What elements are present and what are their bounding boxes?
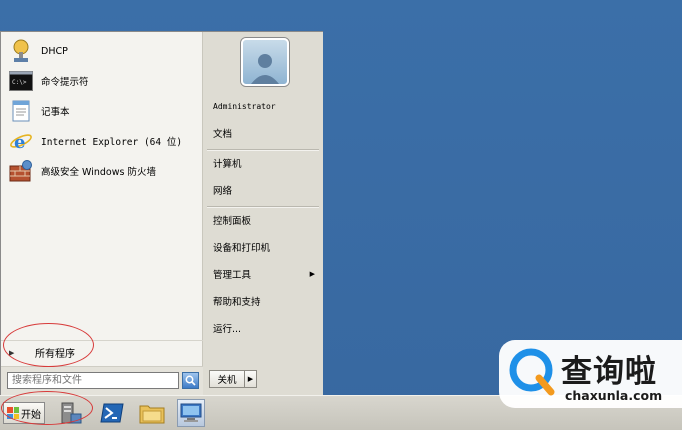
user-name-link[interactable]: Administrator: [203, 94, 323, 118]
all-programs-button[interactable]: ▶ 所有程序: [1, 340, 203, 364]
program-label: 命令提示符: [41, 77, 89, 88]
network-link[interactable]: 网络: [203, 178, 323, 202]
search-input[interactable]: [7, 372, 179, 389]
admin-tools-link[interactable]: 管理工具 ▶: [203, 262, 323, 286]
program-item-command-prompt[interactable]: C:\> 命令提示符: [1, 66, 203, 96]
program-item-notepad[interactable]: 记事本: [1, 96, 203, 126]
start-label: 开始: [21, 409, 41, 421]
firewall-icon: [9, 159, 33, 183]
internet-explorer-icon: e: [9, 129, 33, 153]
dhcp-icon: [9, 39, 33, 63]
windows-flag-icon: [7, 407, 19, 419]
watermark-text-cn: 查询啦: [561, 354, 657, 390]
program-label: DHCP: [41, 45, 68, 57]
pinned-programs-list: DHCP C:\> 命令提示符 记事本 e Internet Explorer …: [1, 36, 203, 186]
shutdown-control: 关机 ▶: [209, 370, 257, 388]
powershell-icon: [100, 403, 124, 423]
computer-link[interactable]: 计算机: [203, 151, 323, 175]
notepad-icon: [9, 99, 33, 123]
help-support-link[interactable]: 帮助和支持: [203, 289, 323, 313]
documents-link[interactable]: 文档: [203, 121, 323, 145]
control-panel-link[interactable]: 控制面板: [203, 208, 323, 232]
taskbar-server-manager[interactable]: [56, 399, 84, 427]
start-menu: DHCP C:\> 命令提示符 记事本 e Internet Explorer …: [0, 31, 323, 396]
triangle-right-icon: ▶: [309, 270, 315, 278]
program-label: 高级安全 Windows 防火墙: [41, 167, 156, 178]
user-icon: [251, 54, 279, 84]
program-item-internet-explorer[interactable]: e Internet Explorer (64 位): [1, 126, 203, 156]
program-item-firewall[interactable]: 高级安全 Windows 防火墙: [1, 156, 203, 186]
program-label: 记事本: [41, 107, 70, 118]
network-computer-icon: [180, 403, 202, 422]
run-link[interactable]: 运行...: [203, 316, 323, 340]
triangle-right-icon: ▶: [247, 375, 254, 383]
svg-text:e: e: [14, 132, 25, 153]
shutdown-options-button[interactable]: ▶: [244, 371, 256, 387]
svg-text:C:\>: C:\>: [12, 79, 27, 86]
taskbar-powershell[interactable]: [98, 399, 126, 427]
watermark: 查询啦 chaxunla.com: [499, 340, 682, 408]
shutdown-button[interactable]: 关机: [210, 371, 244, 387]
menu-separator: [207, 206, 319, 207]
program-item-dhcp[interactable]: DHCP: [1, 36, 203, 66]
all-programs-label: 所有程序: [35, 349, 75, 360]
watermark-text-en: chaxunla.com: [565, 388, 663, 403]
program-label: Internet Explorer (64 位): [41, 137, 183, 148]
server-manager-icon: [61, 402, 82, 424]
taskbar-explorer[interactable]: [138, 399, 166, 427]
user-avatar[interactable]: [241, 38, 289, 86]
search-row: [1, 366, 203, 396]
taskbar-remote-desktop[interactable]: [177, 399, 205, 427]
start-menu-right-pane: Administrator 文档 计算机 网络 控制面板 设备和打印机 管理工具…: [203, 32, 323, 396]
search-button[interactable]: [182, 372, 199, 389]
command-prompt-icon: C:\>: [9, 69, 33, 93]
start-button[interactable]: 开始: [3, 402, 45, 424]
folder-icon: [139, 405, 165, 424]
admin-tools-label: 管理工具: [213, 270, 252, 281]
devices-printers-link[interactable]: 设备和打印机: [203, 235, 323, 259]
watermark-logo-icon: [509, 348, 555, 396]
menu-separator: [207, 149, 319, 150]
triangle-right-icon: ▶: [9, 348, 15, 357]
start-menu-left-pane: DHCP C:\> 命令提示符 记事本 e Internet Explorer …: [1, 32, 203, 396]
magnifier-icon: [185, 375, 196, 386]
